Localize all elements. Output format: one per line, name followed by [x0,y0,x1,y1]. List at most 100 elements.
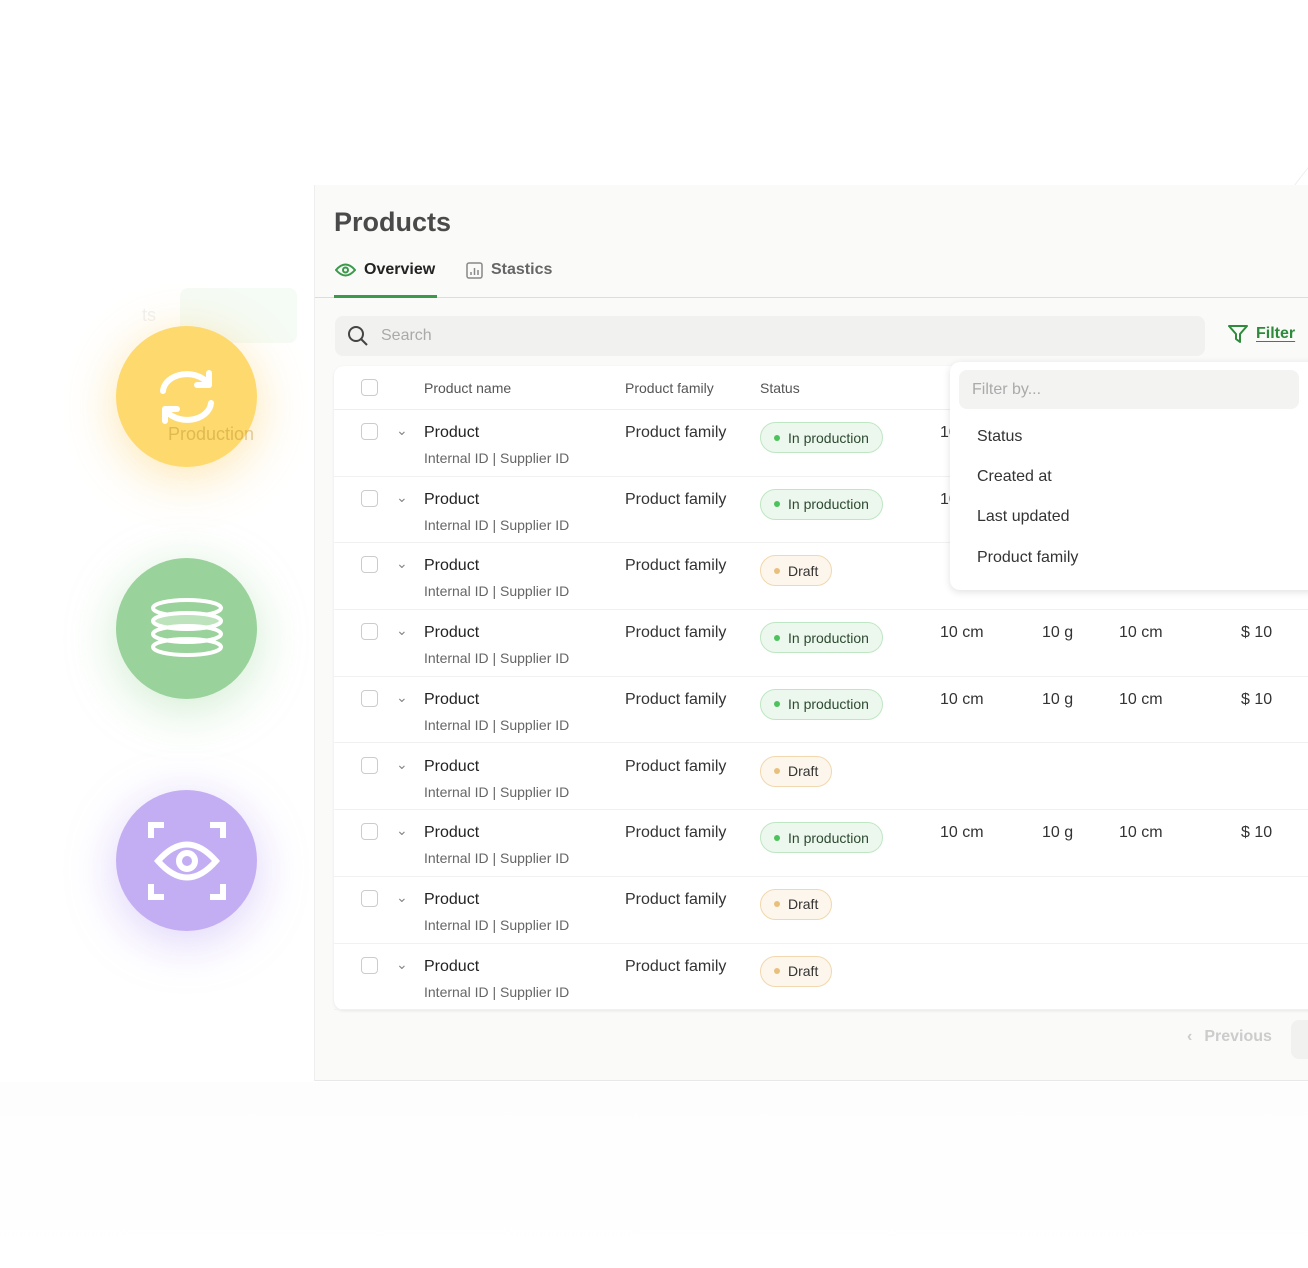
product-name[interactable]: Product [424,557,479,575]
table-row[interactable]: ⌄ Product Internal ID | Supplier ID Prod… [334,810,1308,877]
tab-label: Overview [364,261,436,278]
dimension-value: 10 cm [1119,690,1163,708]
chevron-down-icon[interactable]: ⌄ [396,822,408,839]
table-row[interactable]: ⌄ Product Internal ID | Supplier ID Prod… [334,877,1308,944]
row-checkbox[interactable] [361,956,378,974]
products-panel: Products Overview Stastics Filter Produc… [314,185,1308,1081]
page-button[interactable] [1291,1020,1308,1059]
chevron-down-icon[interactable]: ⌄ [396,422,408,439]
status-label: In production [788,629,869,646]
product-ids: Internal ID | Supplier ID [424,450,570,466]
product-name[interactable]: Product [424,491,479,509]
price-value: $ 10 [1241,624,1273,642]
status-badge: Draft [760,555,833,587]
eye-scan-feature-badge [116,790,257,931]
table-row[interactable]: ⌄ Product Internal ID | Supplier ID Prod… [334,944,1308,1011]
status-badge: Draft [760,888,833,920]
row-checkbox[interactable] [361,423,378,440]
product-family: Product family [625,490,727,508]
status-label: Draft [788,763,819,779]
product-family: Product family [625,957,727,975]
dimension-value: 10 cm [940,624,984,642]
product-name[interactable]: Product [424,958,479,976]
row-checkbox[interactable] [361,689,378,707]
row-checkbox[interactable] [361,889,378,907]
product-name[interactable]: Product [424,691,479,709]
table-row[interactable]: ⌄ Product Internal ID | Supplier ID Prod… [334,677,1308,744]
row-checkbox[interactable] [361,623,378,641]
chevron-down-icon[interactable]: ⌄ [396,555,408,572]
search-input[interactable] [381,327,1081,345]
status-label: In production [788,429,869,446]
product-family: Product family [625,824,727,842]
filter-by-input[interactable] [959,370,1299,409]
filter-option-created-at[interactable]: Created at [977,468,1052,486]
search-bar[interactable] [335,316,1205,356]
product-ids: Internal ID | Supplier ID [424,516,570,533]
column-header-product-family: Product family [625,380,714,396]
filter-option-last-updated[interactable]: Last updated [977,508,1070,526]
chevron-down-icon[interactable]: ⌄ [396,489,408,506]
product-family: Product family [625,757,727,775]
filter-button[interactable]: Filter [1228,324,1295,344]
product-name[interactable]: Product [424,824,479,842]
status-dot-icon [774,434,780,441]
status-dot-icon [774,567,780,574]
status-dot-icon [774,634,780,641]
filter-dropdown: Status Created at Last updated Product f… [950,362,1308,590]
product-name[interactable]: Product [424,624,479,642]
filter-option-status[interactable]: Status [977,428,1022,446]
refresh-icon [159,369,214,424]
product-ids: Internal ID | Supplier ID [424,783,570,800]
funnel-icon [1228,325,1248,343]
status-label: Draft [788,562,819,579]
product-name[interactable]: Product [424,424,479,442]
status-dot-icon [774,968,780,975]
row-checkbox[interactable] [361,756,378,774]
search-icon [348,326,368,346]
dimension-value: 10 cm [1119,624,1163,642]
weight-value: 10 g [1042,624,1074,642]
chevron-down-icon[interactable]: ⌄ [396,889,408,906]
product-name[interactable]: Product [424,891,479,909]
status-badge: In production [760,688,883,720]
row-checkbox[interactable] [361,556,378,574]
row-checkbox[interactable] [361,489,378,507]
status-badge: In production [760,422,883,453]
table-row[interactable]: ⌄ Product Internal ID | Supplier ID Prod… [334,744,1308,811]
price-value: $ 10 [1241,690,1273,708]
product-name[interactable]: Product [424,758,479,776]
dimension-value: 10 cm [940,690,984,708]
tab-overview[interactable]: Overview [335,261,435,279]
status-label: In production [788,696,869,713]
product-ids: Internal ID | Supplier ID [424,850,570,867]
select-all-checkbox[interactable] [361,379,378,396]
dimension-value: 10 cm [940,824,984,842]
database-feature-badge [116,558,257,699]
tab-label: Stastics [491,261,553,278]
table-row[interactable]: ⌄ Product Internal ID | Supplier ID Prod… [334,610,1308,677]
status-label: In production [788,496,869,513]
refresh-feature-badge [116,326,257,467]
background-decoration [828,0,1308,190]
status-dot-icon [774,501,780,508]
tab-stastics[interactable]: Stastics [466,261,552,279]
eye-icon [335,263,356,277]
chevron-down-icon[interactable]: ⌄ [396,956,408,973]
filter-label: Filter [1256,325,1296,342]
chevron-down-icon[interactable]: ⌄ [396,756,408,773]
status-dot-icon [774,768,780,774]
status-label: In production [788,829,869,846]
previous-page-button[interactable]: ‹ Previous [1187,1028,1272,1046]
status-dot-icon [774,701,780,708]
bottom-fade [0,1082,1308,1268]
tab-bar: Overview Stastics [315,251,1308,298]
status-badge: Draft [760,755,833,787]
dimension-value: 10 cm [1119,824,1163,842]
row-checkbox[interactable] [361,823,378,841]
chevron-down-icon[interactable]: ⌄ [396,689,408,706]
status-badge: In production [760,622,883,654]
filter-option-product-family[interactable]: Product family [977,549,1078,567]
chevron-down-icon[interactable]: ⌄ [396,622,408,639]
status-badge: Draft [760,955,833,987]
